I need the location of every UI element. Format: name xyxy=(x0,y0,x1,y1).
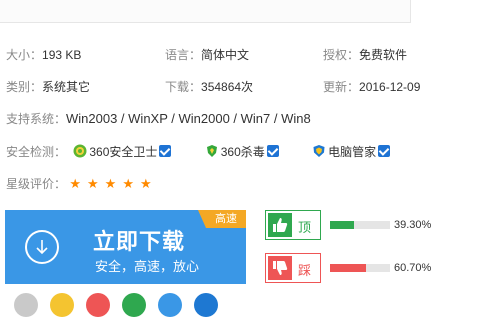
update-label: 更新： xyxy=(323,80,360,94)
vote-up-button[interactable]: 顶 xyxy=(265,210,321,240)
vote-up-label: 顶 xyxy=(298,220,312,235)
vote-down-bar-fill xyxy=(330,264,367,272)
security-row: 安全检测： 360安全卫士 360杀毒 电脑管家 xyxy=(6,144,391,160)
thumbs-up-icon xyxy=(268,213,292,237)
size-row: 大小：193 KB xyxy=(6,47,81,63)
star-icon: ★ xyxy=(104,176,117,191)
size-label: 大小： xyxy=(6,48,43,62)
category-value: 系统其它 xyxy=(42,80,91,94)
downloads-row: 下载：354864次 xyxy=(165,79,253,95)
update-value: 2016-12-09 xyxy=(359,80,421,94)
download-button[interactable]: 立即下载 安全，高速，放心 高速 xyxy=(5,210,246,284)
share-icon[interactable] xyxy=(50,293,74,317)
downloads-label: 下载： xyxy=(165,80,202,94)
check-icon xyxy=(378,145,391,157)
check-icon xyxy=(266,145,279,157)
share-icon[interactable] xyxy=(122,293,146,317)
license-value: 免费软件 xyxy=(359,48,408,62)
vote-down-percent: 60.70% xyxy=(394,262,432,274)
vote-up-bar xyxy=(330,221,390,229)
vote-up-bar-fill xyxy=(330,221,354,229)
security-item-2: 360杀毒 xyxy=(220,145,265,159)
category-row: 类别：系统其它 xyxy=(6,79,90,95)
download-subtitle: 安全，高速，放心 xyxy=(95,259,200,274)
download-arrow-icon xyxy=(25,230,59,264)
license-row: 授权：免费软件 xyxy=(323,47,407,63)
share-icon[interactable] xyxy=(158,293,182,317)
system-label: 支持系统： xyxy=(6,112,67,126)
size-value: 193 KB xyxy=(42,48,82,62)
security-pc-manager: 电脑管家 xyxy=(312,145,391,159)
rating-stars: ★ ★ ★ ★ ★ xyxy=(69,176,157,191)
star-icon: ★ xyxy=(139,176,152,191)
check-icon xyxy=(159,145,172,157)
360-antivirus-icon xyxy=(206,145,217,157)
security-label: 安全检测： xyxy=(6,145,67,159)
rating-row: 星级评价： ★ ★ ★ ★ ★ xyxy=(6,176,158,192)
security-360-weishi: 360安全卫士 xyxy=(73,144,174,159)
high-speed-badge: 高速 xyxy=(198,210,246,228)
vote-down-bar xyxy=(330,264,390,272)
pc-manager-icon xyxy=(313,145,325,157)
share-icon[interactable] xyxy=(194,293,218,317)
license-label: 授权： xyxy=(323,48,360,62)
system-value: Win2003 / WinXP / Win2000 / Win7 / Win8 xyxy=(66,111,311,126)
vote-down-label: 踩 xyxy=(298,263,312,278)
security-item-3: 电脑管家 xyxy=(328,145,377,159)
security-360-antivirus: 360杀毒 xyxy=(205,145,282,159)
star-icon: ★ xyxy=(87,176,99,191)
system-row: 支持系统：Win2003 / WinXP / Win2000 / Win7 / … xyxy=(6,111,311,127)
language-value: 简体中文 xyxy=(201,48,250,62)
top-panel xyxy=(0,0,411,23)
share-icon[interactable] xyxy=(14,293,38,317)
downloads-value: 354864次 xyxy=(201,80,254,94)
language-row: 语言：简体中文 xyxy=(165,47,249,63)
star-icon: ★ xyxy=(122,176,134,191)
category-label: 类别： xyxy=(6,80,43,94)
thumbs-down-icon xyxy=(268,256,292,280)
language-label: 语言： xyxy=(165,48,202,62)
update-row: 更新：2016-12-09 xyxy=(323,79,420,95)
360-guard-icon xyxy=(73,144,87,158)
vote-down-button[interactable]: 踩 xyxy=(265,253,321,283)
share-icon[interactable] xyxy=(86,293,110,317)
vote-up-percent: 39.30% xyxy=(394,219,432,231)
security-item-1: 360安全卫士 xyxy=(89,145,158,159)
rating-label: 星级评价： xyxy=(6,177,67,191)
download-title: 立即下载 xyxy=(93,229,186,254)
star-icon: ★ xyxy=(69,176,82,191)
